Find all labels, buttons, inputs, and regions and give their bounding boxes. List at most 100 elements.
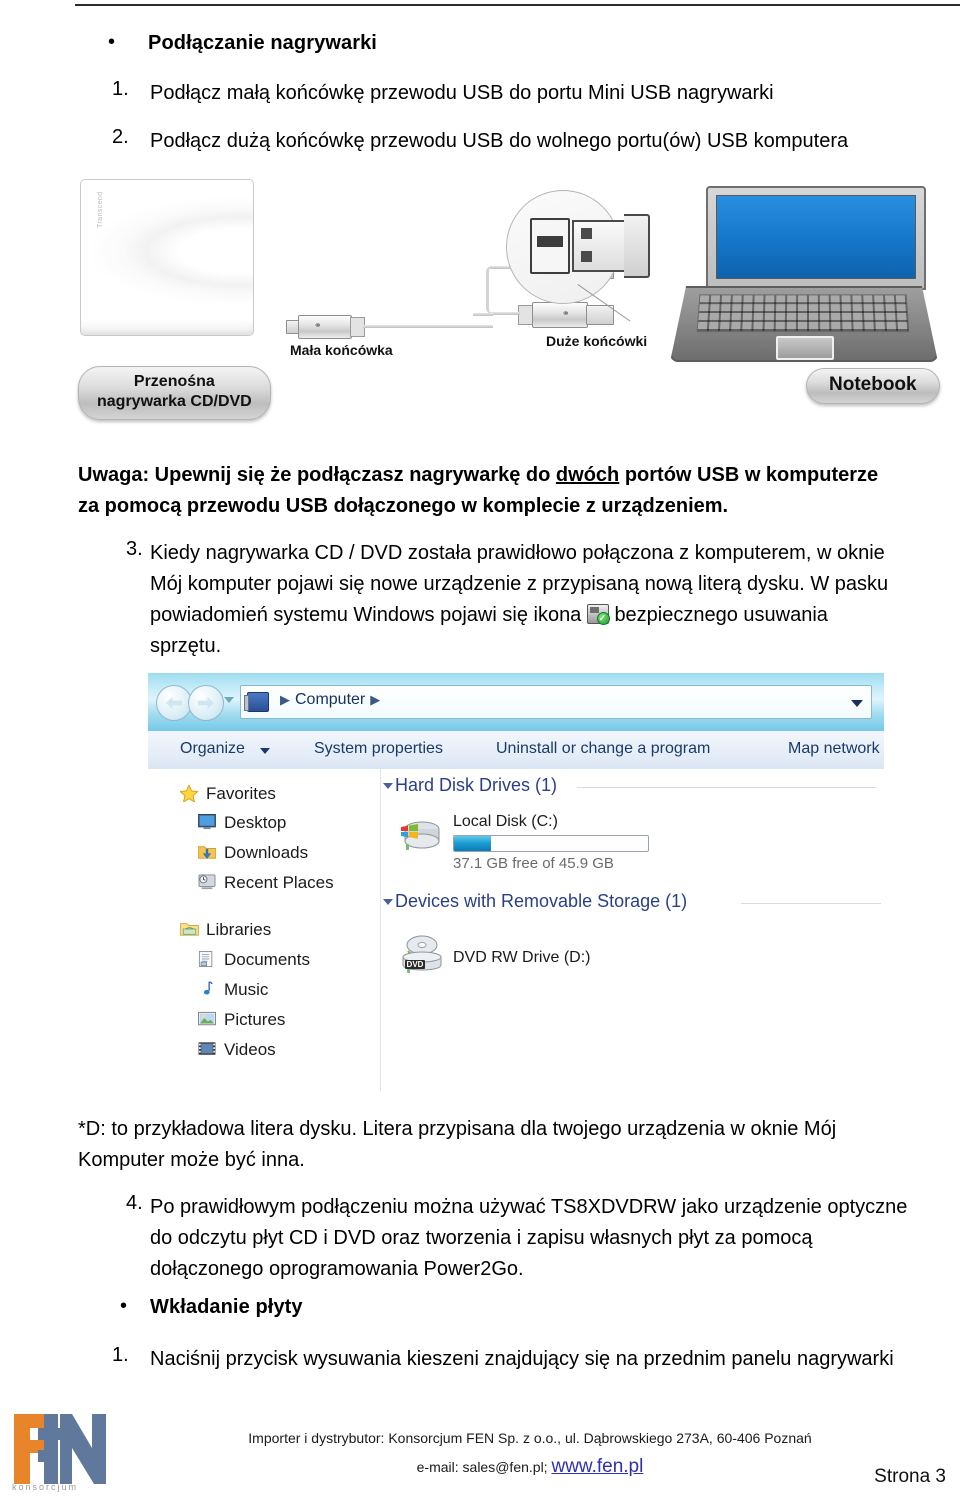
computer-icon: [244, 692, 269, 712]
page-footer: konsorcjum Importer i dystrybutor: Konso…: [0, 1404, 960, 1499]
bullet-dot: •: [108, 31, 116, 53]
toolbar-map-network-drive-button[interactable]: Map network dr: [788, 740, 884, 758]
note-line-1: Uwaga: Upewnij się że podłączasz nagrywa…: [78, 460, 958, 491]
step3-line-1: Kiedy nagrywarka CD / DVD została prawid…: [150, 542, 885, 564]
explorer-content-pane: Hard Disk Drives (1) Local Disk (C:) 37.…: [381, 769, 884, 1091]
libraries-icon: [180, 921, 199, 937]
group-heading-hard-disk-drives: Hard Disk Drives (1): [395, 775, 558, 795]
notebook-lid: [706, 186, 926, 290]
notebook-touchpad: [776, 336, 834, 360]
usb-plug-zoom-icon: [572, 220, 628, 272]
svg-text:DVD: DVD: [407, 960, 424, 969]
sidebar-item-favorites[interactable]: Favorites: [206, 784, 276, 804]
windows-explorer-screenshot: ▶ Computer ▶ Organize System properties Un…: [148, 673, 884, 1091]
note-line1-pre: Uwaga: Upewnij się że podłączasz nagrywa…: [78, 464, 556, 486]
recent-pages-chevron-icon[interactable]: [224, 697, 234, 703]
usb-port-icon: [530, 218, 570, 274]
hard-disk-group-collapse-icon[interactable]: [383, 783, 393, 789]
dvd-drive-name[interactable]: DVD RW Drive (D:): [453, 949, 590, 967]
portable-cd-dvd-drive-illustration: Transcend: [80, 179, 254, 336]
videos-icon: [198, 1041, 216, 1057]
large-usb-connector-bottom: ⚭: [518, 302, 614, 328]
step3-line3-pre: powiadomień systemu Windows pojawi się i…: [150, 604, 582, 626]
transcend-brand-label: Transcend: [97, 191, 104, 228]
section-heading-insert-disc: Wkładanie płyty: [150, 1296, 303, 1318]
fen-logo-subtext: konsorcjum: [12, 1482, 79, 1492]
recent-places-icon: [198, 874, 216, 890]
drive-label-badge: Przenośna nagrywarka CD/DVD: [78, 366, 271, 420]
step-number-insert-1: 1.: [112, 1344, 129, 1366]
footer-email: e-mail: sales@fen.pl;: [416, 1459, 552, 1475]
footer-website-link[interactable]: www.fen.pl: [551, 1456, 643, 1477]
usb-logo-icon: ⚭: [314, 320, 322, 330]
document-page: • Podłączanie nagrywarki 1. Podłącz małą…: [0, 0, 960, 1499]
note-line1-post: portów USB w komputerze: [619, 464, 879, 486]
step-number-2: 2.: [112, 126, 129, 148]
step4-line-2: do odczytu płyt CD i DVD oraz tworzenia …: [150, 1227, 813, 1249]
address-bar[interactable]: ▶ Computer ▶: [240, 685, 872, 719]
section-heading-connect: Podłączanie nagrywarki: [148, 32, 377, 54]
notebook-label-badge: Notebook: [806, 368, 940, 404]
local-disk-free-space: 37.1 GB free of 45.9 GB: [453, 855, 614, 872]
footnote-line-2: Komputer może być inna.: [78, 1149, 305, 1171]
step-number-3: 3.: [126, 538, 143, 560]
explorer-navigation-pane: Favorites Desktop Downloads Recent Place…: [148, 769, 381, 1091]
notebook-illustration: [670, 186, 938, 366]
large-connector-caption: Duże końcówki: [546, 333, 648, 349]
step-number-1: 1.: [112, 78, 129, 100]
toolbar-system-properties-button[interactable]: System properties: [314, 740, 443, 758]
local-disk-name[interactable]: Local Disk (C:): [453, 813, 558, 831]
forward-button[interactable]: [188, 685, 224, 721]
step4-line-3: dołączonego oprogramowania Power2Go.: [150, 1258, 524, 1280]
music-icon: [198, 981, 216, 997]
step-text-2: Podłącz dużą końcówkę przewodu USB do wo…: [150, 130, 849, 152]
dvd-rw-drive-icon: DVD: [399, 933, 445, 975]
toolbar-uninstall-or-change-button[interactable]: Uninstall or change a program: [496, 740, 710, 758]
page-number: Strona 3: [874, 1466, 946, 1487]
step3-line-4: sprzętu.: [150, 635, 222, 657]
toolbar-organize-button[interactable]: Organize: [180, 740, 245, 758]
notebook-screen: [716, 195, 916, 279]
usb-plug-tail: [624, 214, 650, 278]
group-heading-removable-storage: Devices with Removable Storage (1): [395, 891, 688, 911]
local-disk-capacity-bar: [453, 835, 649, 852]
back-button[interactable]: [156, 685, 192, 721]
documents-icon: [198, 951, 216, 967]
explorer-body: Favorites Desktop Downloads Recent Place…: [148, 769, 884, 1091]
sidebar-item-libraries[interactable]: Libraries: [206, 920, 271, 940]
organize-chevron-down-icon[interactable]: [260, 748, 270, 754]
address-dropdown-icon[interactable]: [851, 700, 863, 707]
breadcrumb-separator-1: ▶: [280, 692, 290, 707]
footer-importer-line: Importer i dystrybutor: Konsorcjum FEN S…: [248, 1430, 812, 1446]
explorer-toolbar: Organize System properties Uninstall or …: [148, 731, 884, 770]
sidebar-item-music[interactable]: Music: [224, 980, 268, 1000]
breadcrumb[interactable]: ▶ Computer ▶: [275, 691, 385, 709]
note-underlined-word: dwóch: [555, 464, 620, 486]
explorer-title-bar: ▶ Computer ▶: [148, 673, 884, 731]
sidebar-item-desktop[interactable]: Desktop: [224, 813, 286, 833]
breadcrumb-item-computer[interactable]: Computer: [295, 691, 365, 708]
sidebar-item-downloads[interactable]: Downloads: [224, 843, 308, 863]
usb-logo-icon: ⚭: [562, 308, 570, 318]
sidebar-item-documents[interactable]: Documents: [224, 950, 310, 970]
local-disk-capacity-fill: [454, 836, 491, 851]
hard-disk-drive-icon: [399, 817, 445, 855]
step-number-4: 4.: [126, 1192, 143, 1214]
footer-contact-line: e-mail: sales@fen.pl; www.fen.pl: [180, 1456, 880, 1478]
sidebar-item-videos[interactable]: Videos: [224, 1040, 276, 1060]
header-rule: [75, 4, 960, 6]
note-line-2: za pomocą przewodu USB dołączonego w kom…: [78, 495, 729, 517]
sidebar-item-recent-places[interactable]: Recent Places: [224, 873, 334, 893]
downloads-folder-icon: [197, 844, 217, 860]
removable-storage-group-collapse-icon[interactable]: [383, 899, 393, 905]
sidebar-item-pictures[interactable]: Pictures: [224, 1010, 285, 1030]
star-icon: [178, 783, 200, 803]
notebook-keyboard: [696, 294, 910, 333]
bullet-dot: •: [120, 1295, 128, 1317]
small-connector-caption: Mała końcówka: [290, 342, 393, 358]
connection-diagram: Transcend Przenośna nagrywarka CD/DVD ⚭ …: [78, 176, 960, 424]
step-text-insert-1: Naciśnij przycisk wysuwania kieszeni zna…: [150, 1348, 894, 1370]
desktop-icon: [198, 814, 216, 830]
footnote-line-1: *D: to przykładowa litera dysku. Litera …: [78, 1118, 837, 1140]
step4-line-1: Po prawidłowym podłączeniu można używać …: [150, 1196, 908, 1218]
